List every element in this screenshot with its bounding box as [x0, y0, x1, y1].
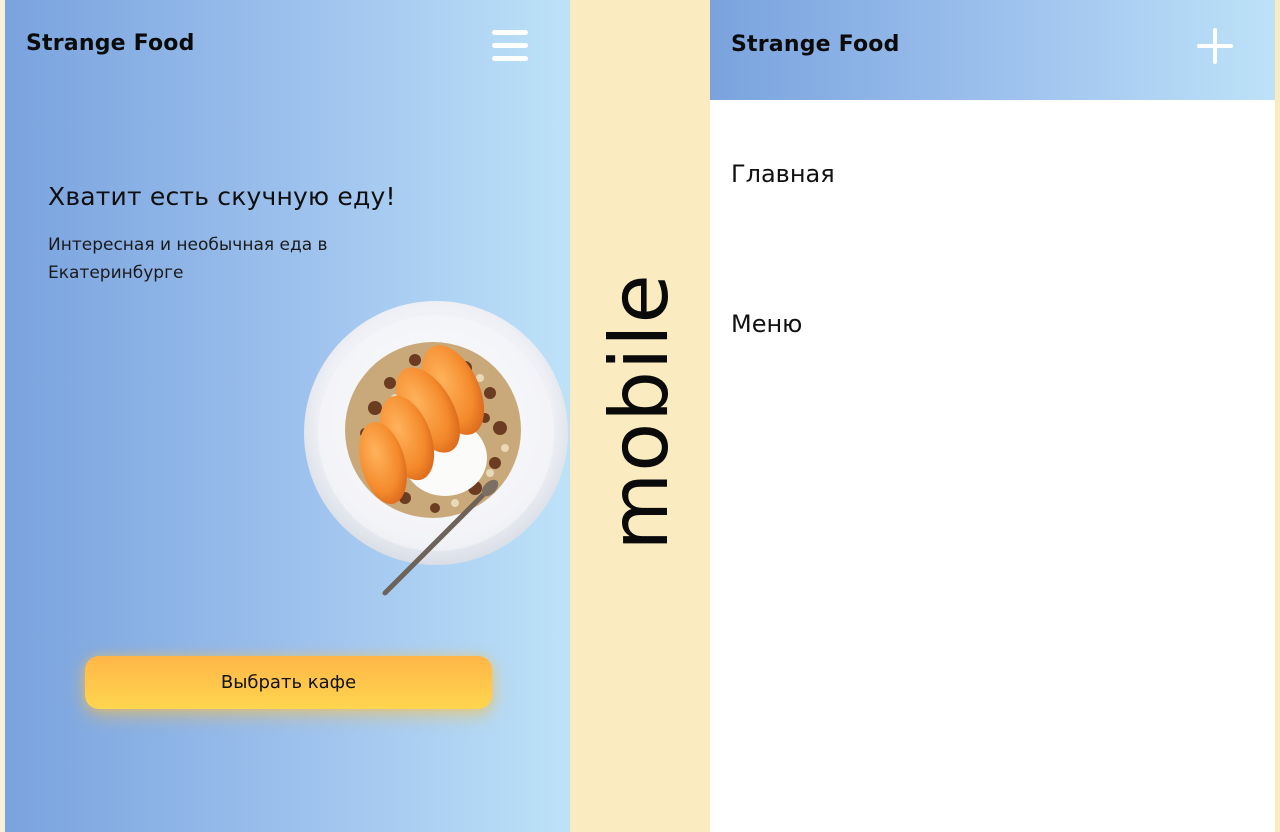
right-edge: [1275, 0, 1280, 832]
muesli-bowl-image: [295, 298, 570, 603]
close-bar-vertical: [1213, 28, 1217, 64]
brand-logo[interactable]: Strange Food: [26, 31, 195, 56]
menu-line: [492, 43, 528, 48]
choose-cafe-button[interactable]: Выбрать кафе: [85, 656, 492, 709]
hamburger-menu-icon[interactable]: [492, 30, 528, 62]
brand-logo[interactable]: Strange Food: [731, 32, 900, 57]
menu-item-home[interactable]: Главная: [731, 160, 835, 188]
artboard: Strange Food Хватит есть скучную еду! Ин…: [0, 0, 1280, 832]
menu-screen: Strange Food Главная Меню: [710, 0, 1275, 832]
mobile-label-column: mobile: [570, 0, 710, 832]
home-screen: Strange Food Хватит есть скучную еду! Ин…: [5, 0, 570, 832]
hero-title: Хватит есть скучную еду!: [48, 182, 396, 211]
menu-line: [492, 56, 528, 61]
menu-header: Strange Food: [710, 0, 1275, 100]
plus-close-icon[interactable]: [1197, 28, 1233, 64]
mobile-label: mobile: [593, 273, 686, 551]
hero-subtitle: Интересная и необычная еда в Екатеринбур…: [48, 235, 328, 283]
menu-line: [492, 30, 528, 35]
menu-item-menu[interactable]: Меню: [731, 310, 802, 338]
muesli-bowl-illustration: [304, 301, 568, 596]
